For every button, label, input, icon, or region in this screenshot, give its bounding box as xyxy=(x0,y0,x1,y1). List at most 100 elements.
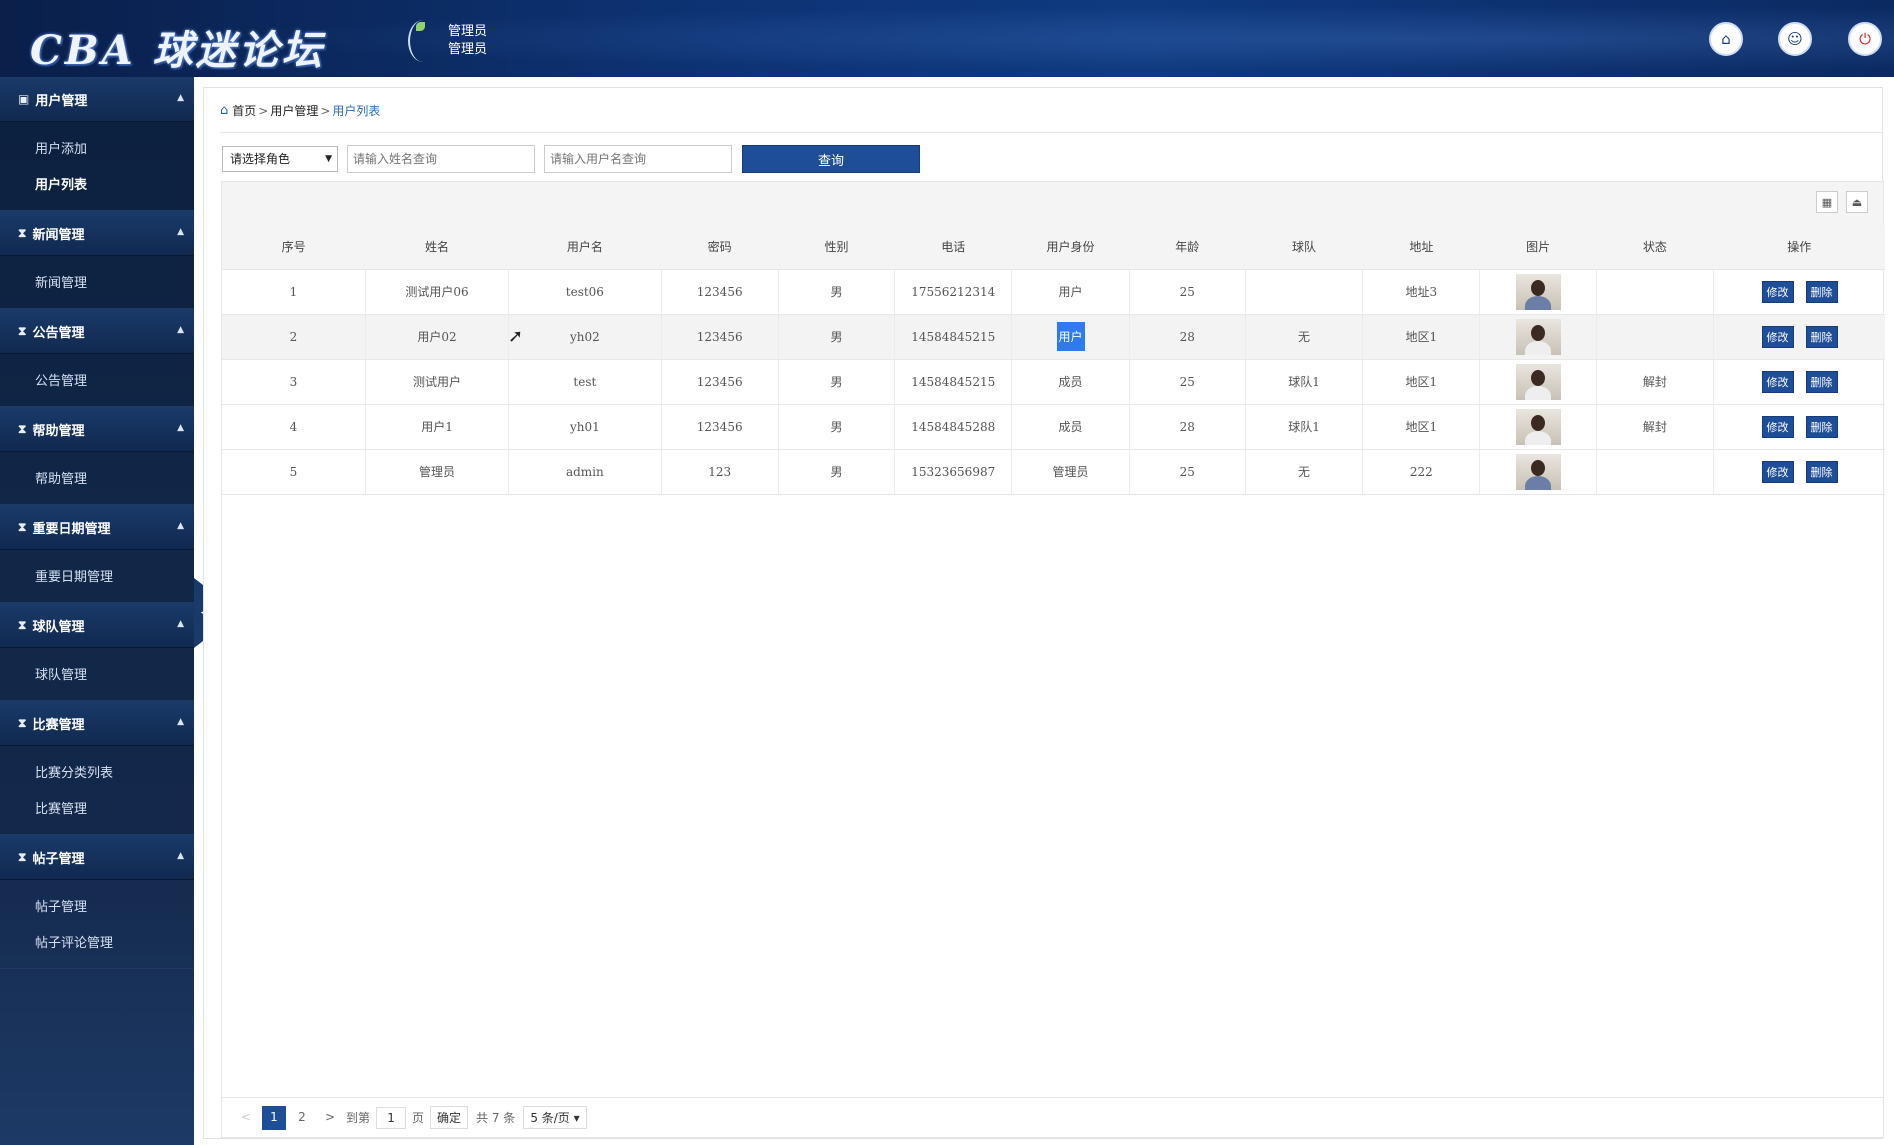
divider xyxy=(220,132,1882,133)
sidebar-item-user-list[interactable]: 用户列表 xyxy=(0,168,194,204)
username-search-input[interactable] xyxy=(544,145,732,173)
edit-button[interactable]: 修改 xyxy=(1761,280,1794,303)
sidebar: ▣ 用户管理 ▲ 用户添加 用户列表 ⧗ 新闻管理 ▲ 新闻管理 ⧗ 公告管理 … xyxy=(0,77,194,1145)
menu-head-user[interactable]: ▣ 用户管理 ▲ xyxy=(0,77,194,122)
column-header: 密码 xyxy=(661,225,779,270)
column-header: 状态 xyxy=(1596,225,1714,270)
delete-button[interactable]: 删除 xyxy=(1805,415,1838,438)
cell-gender: 男 xyxy=(778,314,896,360)
cell-no: 1 xyxy=(222,269,366,315)
table-toolbar: ▦ ⏏ xyxy=(222,182,1883,225)
menu-head-label: 公告管理 xyxy=(32,325,85,341)
goto-confirm-button[interactable]: 确定 xyxy=(430,1106,469,1129)
role-select[interactable]: 请选择角色 ▼ xyxy=(222,146,338,172)
dropdown-arrow-icon: ▼ xyxy=(325,154,332,164)
cell-phone: 14584845215 xyxy=(894,359,1013,405)
edit-button[interactable]: 修改 xyxy=(1761,460,1794,483)
user-photo[interactable] xyxy=(1515,273,1561,310)
hourglass-icon: ⧗ xyxy=(18,519,27,534)
name-search-input[interactable] xyxy=(347,145,535,173)
cell-role: 成员 xyxy=(1011,359,1130,405)
menu-head-team[interactable]: ⧗ 球队管理 ▲ xyxy=(0,603,194,648)
sidebar-item-post[interactable]: 帖子管理 xyxy=(0,890,194,926)
menu-head-label: 比赛管理 xyxy=(32,717,85,733)
menu-head-label: 帮助管理 xyxy=(32,423,85,439)
delete-button[interactable]: 删除 xyxy=(1805,370,1838,393)
menu-head-help[interactable]: ⧗ 帮助管理 ▲ xyxy=(0,407,194,452)
total-count: 共 7 条 xyxy=(476,1111,516,1125)
power-icon[interactable]: ⏻ xyxy=(1848,22,1882,56)
menu-items: 帮助管理 xyxy=(0,452,194,505)
table-row[interactable]: 1 测试用户06 test06 123456 男 17556212314 用户 … xyxy=(222,269,1885,315)
caret-up-icon: ▲ xyxy=(177,93,184,103)
cell-username: admin xyxy=(508,449,662,495)
user-photo[interactable] xyxy=(1515,453,1561,490)
edit-button[interactable]: 修改 xyxy=(1761,370,1794,393)
column-header: 序号 xyxy=(222,225,366,270)
delete-button[interactable]: 删除 xyxy=(1805,460,1838,483)
sidebar-item-dates[interactable]: 重要日期管理 xyxy=(0,560,194,596)
cell-no: 5 xyxy=(222,449,366,495)
cell-age: 28 xyxy=(1129,314,1246,360)
cell-no: 3 xyxy=(222,359,366,405)
cell-name: 测试用户06 xyxy=(365,269,510,315)
menu-head-news[interactable]: ⧗ 新闻管理 ▲ xyxy=(0,211,194,256)
export-icon[interactable]: ⏏ xyxy=(1846,191,1868,213)
table-row[interactable]: 4 用户1 yh01 123456 男 14584845288 成员 28 球队… xyxy=(222,404,1885,450)
breadcrumb: ⌂ 首页 > 用户管理 > 用户列表 xyxy=(220,102,380,119)
sidebar-item-help[interactable]: 帮助管理 xyxy=(0,462,194,498)
sidebar-item-team[interactable]: 球队管理 xyxy=(0,658,194,694)
admin-role: 管理员 xyxy=(448,42,488,57)
page-2-button[interactable]: 2 xyxy=(290,1106,314,1130)
cell-team: 无 xyxy=(1245,449,1364,495)
table-row[interactable]: 3 测试用户 test 123456 男 14584845215 成员 25 球… xyxy=(222,359,1885,405)
cell-password: 123 xyxy=(661,449,779,495)
next-page-button[interactable]: > xyxy=(318,1106,342,1130)
query-button[interactable]: 查询 xyxy=(742,145,920,173)
menu-items: 新闻管理 xyxy=(0,256,194,309)
edit-button[interactable]: 修改 xyxy=(1761,325,1794,348)
prev-page-button[interactable]: < xyxy=(234,1106,258,1130)
sidebar-item-notice[interactable]: 公告管理 xyxy=(0,364,194,400)
home-icon[interactable]: ⌂ xyxy=(1709,22,1743,56)
sidebar-item-match[interactable]: 比赛管理 xyxy=(0,792,194,828)
user-photo[interactable] xyxy=(1515,363,1561,400)
menu-head-label: 球队管理 xyxy=(32,619,85,635)
cell-username: test xyxy=(508,359,662,405)
menu-group-notice: ⧗ 公告管理 ▲ 公告管理 xyxy=(0,309,194,407)
goto-page-input[interactable]: 1 xyxy=(376,1106,407,1129)
sidebar-item-post-comment[interactable]: 帖子评论管理 xyxy=(0,926,194,962)
user-photo[interactable] xyxy=(1515,318,1561,355)
cell-address: 222 xyxy=(1362,449,1481,495)
user-icon[interactable]: ☺ xyxy=(1778,22,1812,56)
sidebar-item-news[interactable]: 新闻管理 xyxy=(0,266,194,302)
table-row[interactable]: 5 管理员 admin 123 男 15323656987 管理员 25 无 2… xyxy=(222,449,1885,495)
sidebar-item-match-category[interactable]: 比赛分类列表 xyxy=(0,756,194,792)
breadcrumb-home[interactable]: 首页 xyxy=(232,102,256,119)
delete-button[interactable]: 删除 xyxy=(1805,325,1838,348)
page-1-button[interactable]: 1 xyxy=(262,1105,286,1130)
goto-label: 到第 xyxy=(346,1111,371,1125)
sidebar-item-user-add[interactable]: 用户添加 xyxy=(0,132,194,168)
cell-name: 用户02 xyxy=(365,314,510,360)
user-photo[interactable] xyxy=(1515,408,1561,445)
columns-icon[interactable]: ▦ xyxy=(1816,191,1838,213)
table-row[interactable]: 2 用户02 yh02 123456 男 14584845215 用户 28 无… xyxy=(222,314,1885,360)
cell-gender: 男 xyxy=(778,269,896,315)
cell-age: 25 xyxy=(1129,359,1246,405)
menu-head-notice[interactable]: ⧗ 公告管理 ▲ xyxy=(0,309,194,354)
menu-head-label: 重要日期管理 xyxy=(32,521,111,537)
cell-address: 地区1 xyxy=(1362,359,1481,405)
menu-head-post[interactable]: ⧗ 帖子管理 ▲ xyxy=(0,835,194,880)
edit-button[interactable]: 修改 xyxy=(1761,415,1794,438)
menu-head-dates[interactable]: ⧗ 重要日期管理 ▲ xyxy=(0,505,194,550)
user-table: 序号 姓名 用户名 密码 性别 电话 用户身份 年龄 球队 地址 图片 状态 操… xyxy=(222,225,1885,495)
menu-head-match[interactable]: ⧗ 比赛管理 ▲ xyxy=(0,701,194,746)
page-size-select[interactable]: 5 条/页 ▾ xyxy=(523,1106,587,1129)
column-header: 球队 xyxy=(1245,225,1363,270)
delete-button[interactable]: 删除 xyxy=(1805,280,1838,303)
cell-gender: 男 xyxy=(778,359,896,405)
cell-actions: 修改 删除 xyxy=(1713,404,1885,450)
breadcrumb-section[interactable]: 用户管理 xyxy=(270,102,318,119)
site-logo[interactable]: CBA 球迷论坛 xyxy=(30,18,325,76)
